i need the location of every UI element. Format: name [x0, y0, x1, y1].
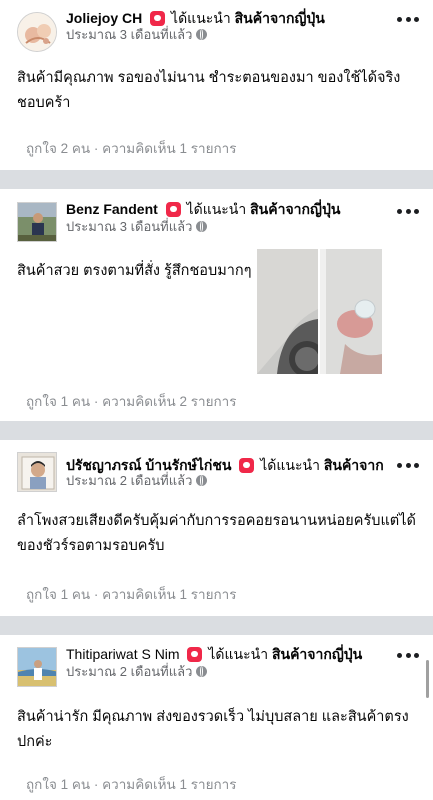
recommend-icon [187, 647, 203, 662]
page-name[interactable]: สินค้าจากญี่ปุ่น [272, 646, 362, 662]
recommend-icon [239, 458, 255, 473]
recommend-verb: ได้แนะนำ [208, 646, 269, 662]
review-time[interactable]: ประมาณ 3 เดือนที่แล้ว [66, 219, 192, 234]
more-options-button[interactable] [397, 207, 419, 215]
review-text-line: สินค้ามีคุณภาพ รอของไม่นาน ชำระตอนของมา … [17, 70, 401, 86]
review-post: Thitipariwat S Nim ได้แนะนำ สินค้าจากญี่… [0, 635, 433, 800]
review-text-line: สินค้าน่ารัก มีคุณภาพ ส่งของรวดเร็ว ไม่บ… [17, 709, 409, 725]
review-text: สินค้าน่ารัก มีคุณภาพ ส่งของรวดเร็ว ไม่บ… [17, 705, 417, 755]
more-options-button[interactable] [397, 651, 419, 659]
recommend-verb: ได้แนะนำ [171, 10, 231, 26]
review-time[interactable]: ประมาณ 2 เดือนที่แล้ว [66, 664, 192, 679]
dot-icon [414, 462, 419, 468]
dot-icon [405, 652, 411, 658]
globe-icon [196, 666, 208, 677]
review-post: ปรัชญาภรณ์ บ้านรักษ์ไก่ชน ได้แนะนำ สินค้… [0, 440, 433, 616]
review-stats[interactable]: ถูกใจ 1 คน · ความคิดเห็น 1 รายการ [26, 586, 237, 604]
more-options-button[interactable] [397, 15, 419, 23]
review-text: ลำโพงสวยเสียงดีครับคุ้มค่ากับการรอคอยรอน… [17, 509, 417, 559]
globe-icon [196, 221, 208, 232]
avatar[interactable] [17, 202, 57, 242]
globe-icon [196, 475, 208, 486]
review-text: สินค้ามีคุณภาพ รอของไม่นาน ชำระตอนของมา … [17, 66, 417, 116]
review-meta: ประมาณ 2 เดือนที่แล้ว [66, 663, 208, 681]
review-photo[interactable] [320, 249, 382, 374]
review-stats[interactable]: ถูกใจ 1 คน · ความคิดเห็น 2 รายการ [26, 393, 237, 411]
review-meta: ประมาณ 3 เดือนที่แล้ว [66, 26, 208, 44]
author-name[interactable]: Joliejoy CH [66, 10, 142, 26]
avatar[interactable] [17, 647, 57, 687]
review-stats[interactable]: ถูกใจ 2 คน · ความคิดเห็น 1 รายการ [26, 140, 237, 158]
page-name[interactable]: สินค้าจากญี่ปุ่น [324, 457, 383, 473]
avatar[interactable] [17, 12, 57, 52]
author-name[interactable]: ปรัชญาภรณ์ บ้านรักษ์ไก่ชน [66, 457, 231, 473]
review-header: Joliejoy CH ได้แนะนำ สินค้าจากญี่ปุ่น [66, 8, 383, 28]
review-meta: ประมาณ 3 เดือนที่แล้ว [66, 218, 208, 236]
dot-icon [405, 16, 411, 22]
dot-icon [397, 462, 402, 468]
review-post: Joliejoy CH ได้แนะนำ สินค้าจากญี่ปุ่น ปร… [0, 0, 433, 170]
recommend-icon [150, 11, 166, 26]
review-text-line: ลำโพงสวยเสียงดีครับคุ้มค่ากับการรอคอยรอน… [17, 513, 416, 529]
review-photo[interactable] [257, 249, 318, 374]
dot-icon [414, 16, 419, 22]
author-name[interactable]: Thitipariwat S Nim [66, 646, 180, 662]
review-post: Benz Fandent ได้แนะนำ สินค้าจากญี่ปุ่น ป… [0, 189, 433, 421]
author-name[interactable]: Benz Fandent [66, 201, 158, 217]
review-time[interactable]: ประมาณ 2 เดือนที่แล้ว [66, 473, 192, 488]
globe-icon [196, 29, 208, 40]
recommend-verb: ได้แนะนำ [186, 201, 247, 217]
review-text-line: ปกค่ะ [17, 734, 53, 750]
review-header: Thitipariwat S Nim ได้แนะนำ สินค้าจากญี่… [66, 644, 383, 664]
review-stats[interactable]: ถูกใจ 1 คน · ความคิดเห็น 1 รายการ [26, 776, 237, 794]
review-text-line: ชอบคร้า [17, 95, 71, 111]
review-text-line: สินค้าสวย ตรงตามที่สั่ง รู้สึกชอบมากๆ [17, 263, 252, 279]
more-options-button[interactable] [397, 461, 419, 469]
dot-icon [397, 652, 402, 658]
dot-icon [414, 208, 419, 214]
recommend-verb: ได้แนะนำ [260, 457, 320, 473]
review-text-line: ของชัวร์รอตามรอบครับ [17, 538, 165, 554]
page-name[interactable]: สินค้าจากญี่ปุ่น [250, 201, 340, 217]
avatar[interactable] [17, 452, 57, 492]
dot-icon [397, 16, 402, 22]
review-header: Benz Fandent ได้แนะนำ สินค้าจากญี่ปุ่น [66, 199, 383, 219]
review-meta: ประมาณ 2 เดือนที่แล้ว [66, 472, 208, 490]
dot-icon [414, 652, 419, 658]
review-text: สินค้าสวย ตรงตามที่สั่ง รู้สึกชอบมากๆ [17, 259, 253, 284]
dot-icon [405, 208, 411, 214]
scrollbar[interactable] [426, 660, 429, 698]
dot-icon [405, 462, 411, 468]
page-name[interactable]: สินค้าจากญี่ปุ่น [235, 10, 325, 26]
dot-icon [397, 208, 402, 214]
recommend-icon [165, 202, 181, 217]
review-time[interactable]: ประมาณ 3 เดือนที่แล้ว [66, 27, 192, 42]
